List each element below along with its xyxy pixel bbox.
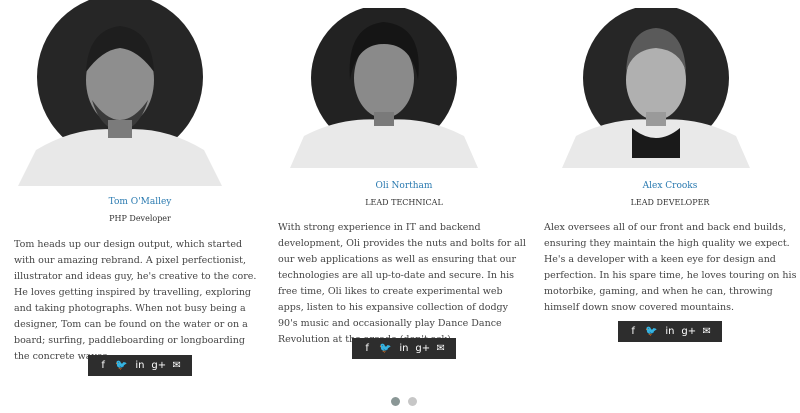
social-links: f 🐦 in g+ ✉ bbox=[618, 321, 722, 342]
linkedin-icon[interactable]: in bbox=[133, 360, 147, 371]
member-photo bbox=[562, 8, 750, 168]
linkedin-icon[interactable]: in bbox=[397, 343, 411, 354]
social-links: f 🐦 in g+ ✉ bbox=[352, 338, 456, 359]
member-bio: Tom heads up our design output, which st… bbox=[14, 239, 257, 362]
social-links: f 🐦 in g+ ✉ bbox=[88, 355, 192, 376]
member-bio: With strong experience in IT and backend… bbox=[278, 222, 526, 345]
email-icon[interactable]: ✉ bbox=[700, 326, 714, 337]
twitter-icon[interactable]: 🐦 bbox=[379, 343, 393, 354]
member-bio: Alex oversees all of our front and back … bbox=[544, 222, 797, 313]
member-name[interactable]: Alex Crooks bbox=[540, 181, 800, 191]
facebook-icon[interactable]: f bbox=[96, 360, 110, 371]
twitter-icon[interactable]: 🐦 bbox=[115, 360, 129, 371]
member-role: PHP Developer bbox=[109, 214, 171, 223]
email-icon[interactable]: ✉ bbox=[170, 360, 184, 371]
email-icon[interactable]: ✉ bbox=[434, 343, 448, 354]
member-photo bbox=[18, 0, 222, 186]
carousel-pagination bbox=[391, 397, 417, 406]
member-role: LEAD DEVELOPER bbox=[630, 198, 710, 207]
googleplus-icon[interactable]: g+ bbox=[151, 360, 166, 371]
carousel-dot-1[interactable] bbox=[391, 397, 400, 406]
facebook-icon[interactable]: f bbox=[626, 326, 640, 337]
linkedin-icon[interactable]: in bbox=[663, 326, 677, 337]
googleplus-icon[interactable]: g+ bbox=[681, 326, 696, 337]
member-name[interactable]: Oli Northam bbox=[270, 181, 538, 191]
twitter-icon[interactable]: 🐦 bbox=[645, 326, 659, 337]
member-role: LEAD TECHNICAL bbox=[365, 198, 443, 207]
facebook-icon[interactable]: f bbox=[360, 343, 374, 354]
carousel-dot-2[interactable] bbox=[408, 397, 417, 406]
member-name[interactable]: Tom O'Malley bbox=[0, 197, 280, 207]
googleplus-icon[interactable]: g+ bbox=[415, 343, 430, 354]
member-photo bbox=[290, 8, 478, 168]
